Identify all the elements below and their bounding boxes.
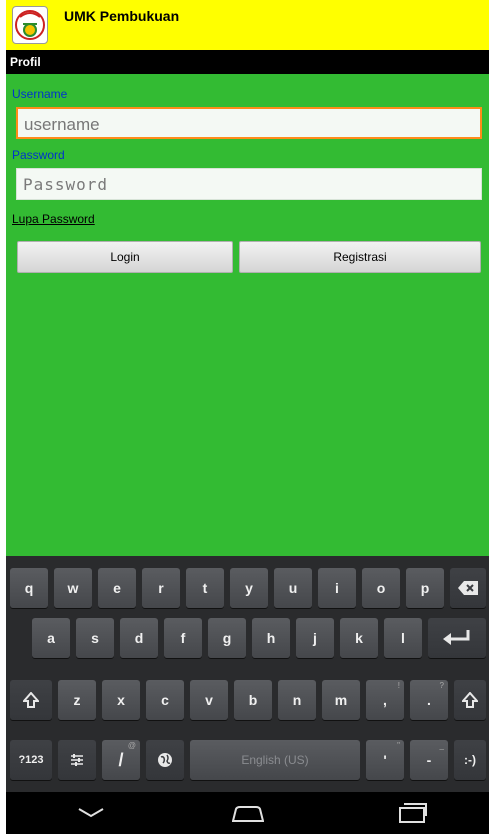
comma-label: , bbox=[383, 692, 387, 708]
key-apostrophe[interactable]: ' " bbox=[366, 740, 404, 780]
key-dash[interactable]: - _ bbox=[410, 740, 448, 780]
password-label: Password bbox=[12, 148, 65, 162]
space-key[interactable]: English (US) bbox=[190, 740, 360, 780]
key-m[interactable]: m bbox=[322, 680, 360, 720]
apostrophe-alt-label: " bbox=[397, 741, 400, 750]
enter-key[interactable] bbox=[428, 618, 486, 658]
on-screen-keyboard: q w e r t y u i o p a s d f g h j k l z … bbox=[6, 556, 489, 792]
login-button[interactable]: Login bbox=[17, 241, 233, 273]
password-input[interactable]: Password bbox=[16, 168, 482, 200]
login-form: Username username Password Password Lupa… bbox=[6, 74, 489, 556]
key-g[interactable]: g bbox=[208, 618, 246, 658]
key-d[interactable]: d bbox=[120, 618, 158, 658]
username-label: Username bbox=[12, 87, 68, 101]
language-key[interactable] bbox=[146, 740, 184, 780]
page-title: Profil bbox=[10, 55, 41, 69]
symbols-key[interactable]: ?123 bbox=[10, 740, 52, 780]
username-input[interactable]: username bbox=[16, 107, 482, 139]
key-k[interactable]: k bbox=[340, 618, 378, 658]
key-l[interactable]: l bbox=[384, 618, 422, 658]
key-a[interactable]: a bbox=[32, 618, 70, 658]
app-title: UMK Pembukuan bbox=[64, 8, 180, 24]
key-u[interactable]: u bbox=[274, 568, 312, 608]
settings-key[interactable] bbox=[58, 740, 96, 780]
key-t[interactable]: t bbox=[186, 568, 224, 608]
key-o[interactable]: o bbox=[362, 568, 400, 608]
key-q[interactable]: q bbox=[10, 568, 48, 608]
key-x[interactable]: x bbox=[102, 680, 140, 720]
key-b[interactable]: b bbox=[234, 680, 272, 720]
navigation-bar bbox=[6, 792, 489, 834]
dash-label: - bbox=[426, 752, 432, 768]
app-logo-icon bbox=[15, 10, 45, 40]
key-n[interactable]: n bbox=[278, 680, 316, 720]
key-j[interactable]: j bbox=[296, 618, 334, 658]
period-alt-label: ? bbox=[439, 681, 444, 690]
shift-icon bbox=[21, 691, 41, 708]
key-r[interactable]: r bbox=[142, 568, 180, 608]
title-bar: Profil bbox=[6, 50, 489, 74]
key-h[interactable]: h bbox=[252, 618, 290, 658]
shift-icon bbox=[460, 691, 480, 708]
app-logo bbox=[12, 6, 48, 44]
settings-sliders-icon bbox=[71, 754, 83, 766]
comma-alt-label: ! bbox=[397, 681, 400, 690]
key-i[interactable]: i bbox=[318, 568, 356, 608]
recent-apps-icon[interactable] bbox=[398, 802, 428, 824]
hide-keyboard-icon[interactable] bbox=[78, 808, 104, 818]
key-z[interactable]: z bbox=[58, 680, 96, 720]
enter-icon bbox=[443, 630, 470, 645]
register-button[interactable]: Registrasi bbox=[239, 241, 481, 273]
shift-key-right[interactable] bbox=[454, 680, 486, 720]
backspace-icon bbox=[458, 581, 478, 595]
key-c[interactable]: c bbox=[146, 680, 184, 720]
smiley-key[interactable]: :-) bbox=[454, 740, 486, 780]
key-v[interactable]: v bbox=[190, 680, 228, 720]
apostrophe-label: ' bbox=[383, 752, 387, 768]
key-e[interactable]: e bbox=[98, 568, 136, 608]
key-s[interactable]: s bbox=[76, 618, 114, 658]
backspace-key[interactable] bbox=[450, 568, 486, 608]
slash-alt-label: @ bbox=[127, 741, 136, 750]
shift-key-left[interactable] bbox=[10, 680, 52, 720]
phone-screen: UMK Pembukuan Profil Username username P… bbox=[6, 0, 489, 834]
key-w[interactable]: w bbox=[54, 568, 92, 608]
dash-alt-label: _ bbox=[439, 741, 444, 750]
home-icon[interactable] bbox=[232, 806, 264, 822]
key-slash[interactable]: / @ bbox=[102, 740, 140, 780]
key-y[interactable]: y bbox=[230, 568, 268, 608]
period-label: . bbox=[427, 692, 431, 708]
key-f[interactable]: f bbox=[164, 618, 202, 658]
key-p[interactable]: p bbox=[406, 568, 444, 608]
globe-icon bbox=[158, 753, 172, 767]
key-comma[interactable]: , ! bbox=[366, 680, 404, 720]
slash-label: / bbox=[118, 750, 124, 770]
app-header: UMK Pembukuan bbox=[6, 0, 489, 50]
forgot-password-link[interactable]: Lupa Password bbox=[12, 212, 95, 226]
key-period[interactable]: . ? bbox=[410, 680, 448, 720]
